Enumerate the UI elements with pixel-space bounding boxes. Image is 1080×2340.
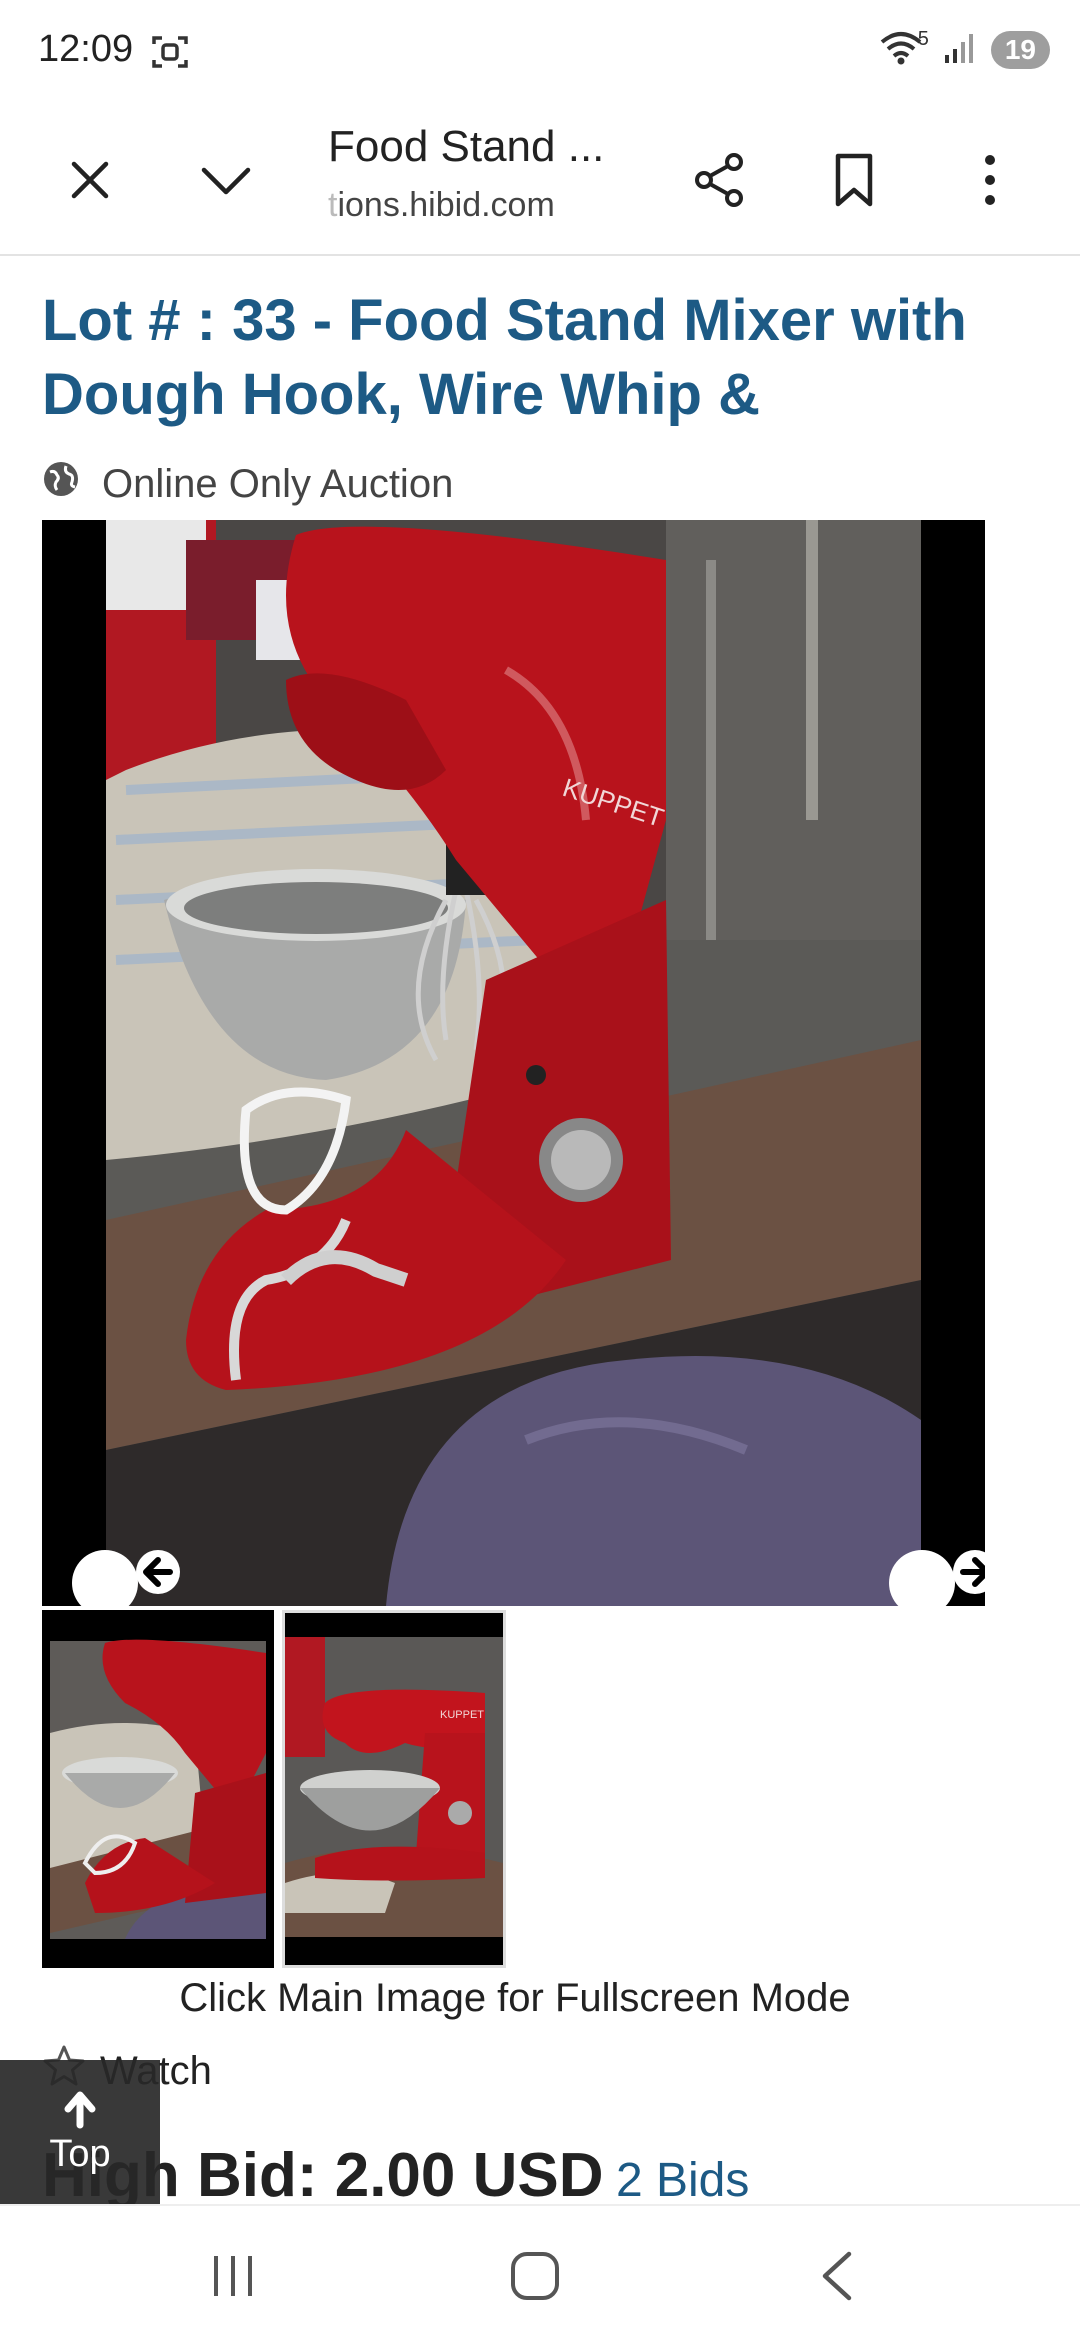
network-type-label: 5	[917, 27, 929, 50]
globe-icon	[42, 460, 80, 508]
more-options-icon[interactable]	[950, 140, 1030, 220]
recent-apps-icon[interactable]	[198, 2246, 268, 2306]
url-domain: ions.hibid.com	[337, 186, 555, 224]
next-image-button[interactable]	[889, 1550, 985, 1606]
page-url[interactable]: tions.hibid.com	[328, 186, 555, 225]
close-icon[interactable]	[50, 140, 130, 220]
mixer-photo: KUPPET	[106, 520, 921, 1606]
bids-link[interactable]: 2 Bids	[616, 2154, 749, 2207]
arrow-left-icon	[136, 1550, 180, 1594]
signal-icon	[943, 31, 977, 70]
status-indicators: 5 19	[878, 28, 1050, 72]
status-time: 12:09	[38, 28, 134, 70]
auction-type: Online Only Auction	[42, 460, 453, 508]
home-icon[interactable]	[500, 2246, 570, 2306]
thumbnail-2-image: KUPPET	[285, 1613, 503, 1965]
thumbnail-1[interactable]	[42, 1610, 274, 1968]
arrow-right-icon	[953, 1550, 985, 1594]
share-icon[interactable]	[680, 140, 760, 220]
thumbnail-2[interactable]: KUPPET	[282, 1610, 506, 1968]
system-navigation-bar	[0, 2204, 1080, 2340]
thumbnail-1-image	[45, 1613, 271, 1965]
lot-title: Lot # : 33 - Food Stand Mixer with Dough…	[42, 288, 967, 427]
page-title[interactable]: Food Stand ...	[328, 122, 604, 172]
main-lot-image[interactable]: KUPPET	[42, 520, 985, 1606]
top-button-label: Top	[49, 2132, 111, 2175]
auction-type-label: Online Only Auction	[102, 461, 454, 506]
fullscreen-hint: Click Main Image for Fullscreen Mode	[179, 1976, 851, 2020]
status-bar: 12:09 5 19	[0, 0, 1080, 100]
thumbnail-brand-text: KUPPET	[440, 1709, 484, 1721]
battery-indicator: 19	[990, 31, 1050, 69]
bookmark-icon[interactable]	[814, 140, 894, 220]
back-icon[interactable]	[802, 2246, 872, 2306]
screenshot-icon	[150, 32, 190, 72]
scroll-to-top-button[interactable]: Top	[0, 2060, 160, 2204]
browser-toolbar: Food Stand ... tions.hibid.com	[0, 100, 1080, 256]
arrow-up-icon	[64, 2091, 96, 2128]
chevron-down-icon[interactable]	[186, 140, 266, 220]
